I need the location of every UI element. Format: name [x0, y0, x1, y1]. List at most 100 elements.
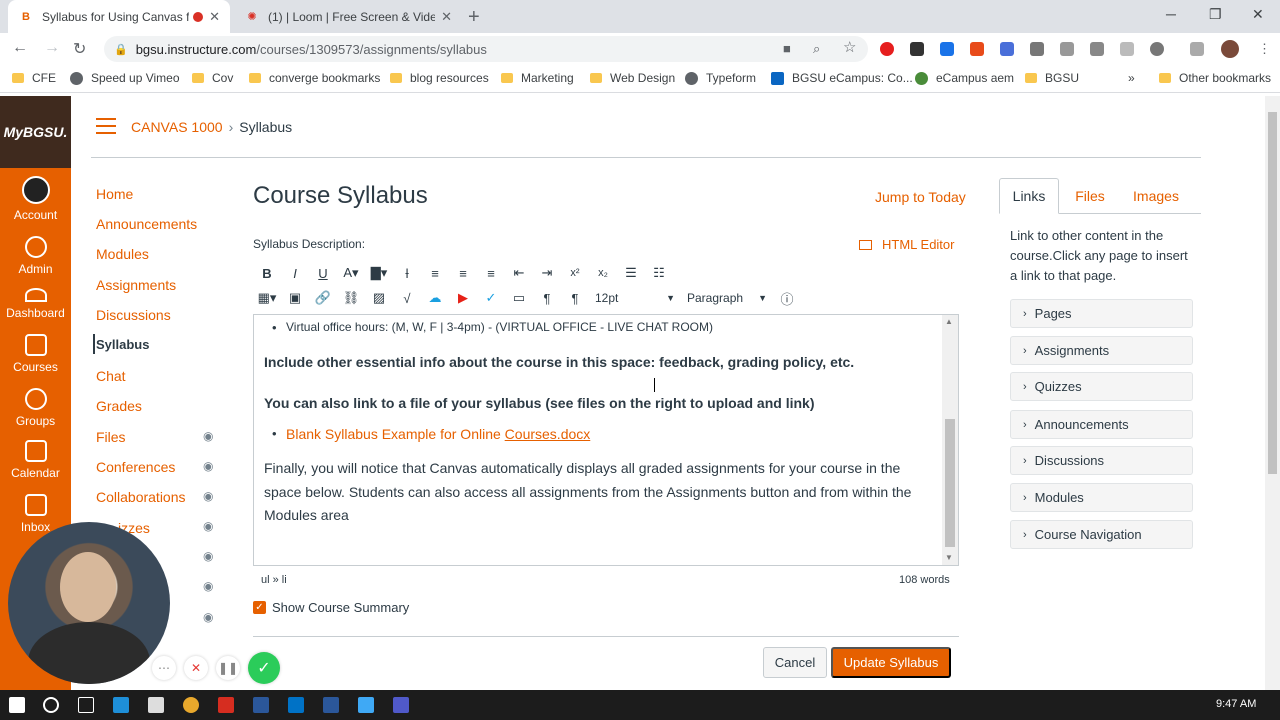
taskbar-clock[interactable]: 9:47 AM [1216, 698, 1256, 710]
text-color-icon[interactable]: A▾ [337, 262, 365, 284]
forward-icon[interactable]: → [44, 39, 60, 57]
camera-icon[interactable]: ■ [783, 41, 791, 56]
course-nav-syllabus[interactable]: Syllabus [96, 337, 149, 352]
course-nav-grades[interactable]: Grades [96, 398, 142, 414]
acrobat-icon[interactable] [218, 697, 234, 713]
url-input[interactable]: 🔒 bgsu.instructure.com/courses/1309573/a… [104, 36, 868, 62]
bookmark[interactable]: blog resources [390, 71, 489, 85]
tab-images[interactable]: Images [1124, 178, 1188, 214]
bold-icon[interactable]: B [253, 262, 281, 284]
block-format-select[interactable]: Paragraph ▼ [681, 291, 773, 305]
course-nav-home[interactable]: Home [96, 186, 133, 202]
cancel-recording-icon[interactable]: ✕ [184, 656, 208, 680]
scroll-down-icon[interactable]: ▼ [945, 553, 953, 562]
section-pages[interactable]: › Pages [1010, 299, 1193, 328]
extension-icon[interactable] [1000, 42, 1014, 56]
jump-to-today-link[interactable]: Jump to Today [875, 189, 966, 205]
bookmark[interactable]: eCampus aem [915, 71, 1014, 85]
tab-loom[interactable]: ✺ (1) | Loom | Free Screen & Video ✕ [234, 0, 462, 33]
extension-icon[interactable] [970, 42, 984, 56]
bookmark[interactable]: BGSU eCampus: Co... [771, 71, 913, 85]
course-nav-assignments[interactable]: Assignments [96, 277, 176, 293]
profile-avatar[interactable] [1221, 40, 1239, 58]
extension-icon[interactable] [1190, 42, 1204, 56]
chrome-icon[interactable] [183, 697, 199, 713]
section-assignments[interactable]: › Assignments [1010, 336, 1193, 365]
check-tool-icon[interactable]: ✓ [477, 287, 505, 309]
buffer-extension-icon[interactable] [910, 42, 924, 56]
cloud-icon[interactable]: ☁ [421, 287, 449, 309]
page-scrollbar[interactable] [1265, 96, 1280, 690]
rtl-icon[interactable]: ¶ [561, 287, 589, 309]
checkmark-icon[interactable]: ✓ [253, 601, 266, 614]
menu-icon[interactable]: ⋮ [1258, 41, 1271, 57]
global-nav-dashboard[interactable]: Dashboard [0, 288, 71, 320]
youtube-icon[interactable]: ▶ [449, 287, 477, 309]
bookmark[interactable]: Typeform [685, 71, 756, 85]
teams-icon[interactable] [393, 697, 409, 713]
section-discussions[interactable]: › Discussions [1010, 446, 1193, 475]
app-icon[interactable] [358, 697, 374, 713]
global-nav-groups[interactable]: Groups [0, 388, 71, 428]
section-quizzes[interactable]: › Quizzes [1010, 372, 1193, 401]
calculator-icon[interactable] [148, 697, 164, 713]
bookmark[interactable]: Other bookmarks [1159, 71, 1271, 85]
minimize-icon[interactable]: ─ [1166, 6, 1176, 22]
word-icon[interactable] [323, 697, 339, 713]
section-announcements[interactable]: › Announcements [1010, 410, 1193, 439]
close-icon[interactable]: ✕ [209, 9, 220, 25]
extension-icon[interactable] [1150, 42, 1164, 56]
bookmark[interactable]: converge bookmarks [249, 71, 380, 85]
global-nav-courses[interactable]: Courses [0, 334, 71, 374]
star-icon[interactable]: ☆ [843, 38, 856, 56]
font-size-select[interactable]: 12pt ▼ [589, 291, 681, 305]
subscript-icon[interactable]: x₂ [589, 262, 617, 284]
breadcrumb-course[interactable]: CANVAS 1000 [131, 119, 223, 135]
numbered-list-icon[interactable]: ☷ [645, 262, 673, 284]
ltr-icon[interactable]: ¶ [533, 287, 561, 309]
webcam-bubble[interactable] [8, 522, 170, 684]
indent-icon[interactable]: ⇥ [533, 262, 561, 284]
background-color-icon[interactable]: ▇▾ [365, 262, 393, 284]
close-icon[interactable]: ✕ [441, 9, 452, 25]
more-icon[interactable]: ⋯ [152, 656, 176, 680]
finish-recording-icon[interactable]: ✓ [248, 652, 280, 684]
embed-icon[interactable]: ▭ [505, 287, 533, 309]
opera-extension-icon[interactable] [880, 42, 894, 56]
image-icon[interactable]: ▨ [365, 287, 393, 309]
scroll-thumb[interactable] [945, 419, 955, 547]
course-nav-discussions[interactable]: Discussions [96, 307, 171, 323]
accessibility-checker-icon[interactable]: ⓘ [773, 287, 801, 309]
italic-icon[interactable]: I [281, 262, 309, 284]
course-nav-modules[interactable]: Modules [96, 246, 149, 262]
global-nav-account[interactable]: Account [0, 176, 71, 222]
extension-icon[interactable] [1030, 42, 1044, 56]
show-course-summary-checkbox[interactable]: ✓ Show Course Summary [253, 600, 409, 615]
course-nav-conferences[interactable]: Conferences [96, 459, 175, 475]
extension-icon[interactable] [1060, 42, 1074, 56]
html-editor-link[interactable]: HTML Editor [859, 237, 954, 252]
align-right-icon[interactable]: ≡ [477, 262, 505, 284]
cancel-button[interactable]: Cancel [763, 647, 827, 678]
extension-icon[interactable] [1090, 42, 1104, 56]
tab-links[interactable]: Links [999, 178, 1059, 214]
unlink-icon[interactable]: ⛓ [337, 287, 365, 309]
tab-syllabus[interactable]: B Syllabus for Using Canvas fo ✕ [8, 0, 230, 33]
link-icon[interactable]: 🔗 [309, 287, 337, 309]
back-icon[interactable]: ← [12, 39, 28, 57]
syllabus-editor[interactable]: Virtual office hours: (M, W, F | 3-4pm) … [253, 314, 959, 566]
section-course-navigation[interactable]: › Course Navigation [1010, 520, 1193, 549]
bookmark[interactable]: BGSU [1025, 71, 1079, 85]
course-nav-announcements[interactable]: Announcements [96, 216, 197, 232]
outlook-icon[interactable] [288, 697, 304, 713]
window-close-icon[interactable]: ✕ [1252, 6, 1264, 23]
table-icon[interactable]: ▦▾ [253, 287, 281, 309]
bookmark[interactable]: Speed up Vimeo [70, 71, 180, 85]
extension-icon[interactable] [1120, 42, 1134, 56]
align-left-icon[interactable]: ≡ [421, 262, 449, 284]
more-bookmarks-icon[interactable]: » [1128, 71, 1135, 85]
course-nav-collaborations[interactable]: Collaborations [96, 489, 186, 505]
scroll-thumb[interactable] [1268, 112, 1277, 474]
task-view-icon[interactable] [78, 697, 94, 713]
global-nav-admin[interactable]: Admin [0, 236, 71, 276]
